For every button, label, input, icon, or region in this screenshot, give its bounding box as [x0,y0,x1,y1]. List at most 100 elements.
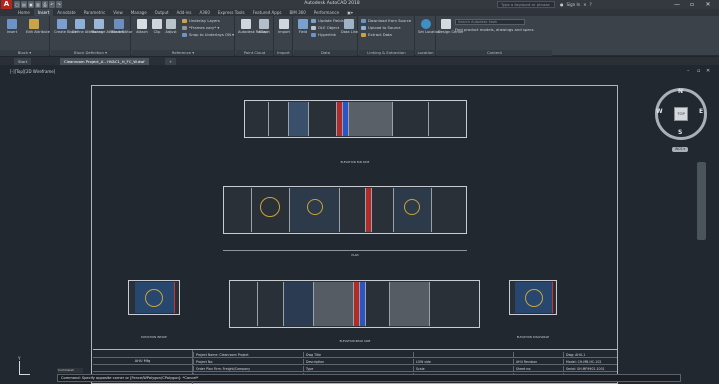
frames-vary-dropdown[interactable]: *Frames vary* ▾ [182,25,219,30]
viewport-restore-button[interactable]: ▫ [697,68,700,74]
block-panel-label[interactable]: Block ▾ [0,50,49,56]
design-center-icon [441,19,451,29]
ribbon-tab-bim-360[interactable]: BIM 360 [285,9,309,16]
minimize-button[interactable]: — [671,0,683,9]
title-block-cell: Sheet no: [513,366,563,372]
snap-to-underlays-dropdown[interactable]: Snap to Underlays ON ▾ [182,32,234,37]
user-icon[interactable]: ● [560,2,564,7]
block-editor-icon [114,19,124,29]
ribbon-tab-add-ins[interactable]: Add-ins [173,9,196,16]
redo-icon[interactable]: ↷ [56,1,62,8]
file-tab-bar: Start Cleanroom Project_A - HVAC1_H_FC_W… [0,57,719,65]
seek-search-input[interactable]: Search Autodesk Seek [455,19,525,25]
autodesk-recap-button[interactable]: Autodesk ReCap [238,19,267,34]
new-tab-button[interactable]: + [165,58,177,65]
new-icon[interactable]: ▢ [14,1,20,8]
fan-symbol [307,199,323,215]
command-line-input[interactable]: Command: Specify opposite corner or [Fen… [57,374,681,382]
recap-icon [241,19,251,29]
viewport-minimize-button[interactable]: – [687,68,690,74]
edit-attribute-button[interactable]: Edit Attribute [26,19,50,34]
caption-plan-view: PLAN [351,254,359,257]
adjust-button[interactable]: Adjust [163,19,179,34]
fan-symbol [260,197,280,217]
ribbon-tab-express-tools[interactable]: Express Tools [214,9,249,16]
block-editor-button[interactable]: Block Editor [111,19,133,34]
hyperlink-button[interactable]: Hyperlink [311,32,336,37]
ribbon-tab-view[interactable]: View [109,9,127,16]
set-location-button[interactable]: Set Location [418,19,440,34]
ribbon-tab-parametric[interactable]: Parametric [80,9,110,16]
import-panel-label: Import [275,50,292,56]
block-definition-panel-label[interactable]: Block Definition ▾ [51,50,130,56]
manage-attributes-button[interactable]: Manage Attributes [91,19,124,34]
ribbon-tab-output[interactable]: Output [151,9,173,16]
help-icon[interactable]: ? [590,2,592,7]
viewcube[interactable]: N S E W TOP [655,88,707,140]
clip-icon [152,19,162,29]
globe-icon [421,19,431,29]
ribbon-tab-home[interactable]: Home [14,9,34,16]
reference-panel-label[interactable]: Reference ▾ [132,50,234,56]
ribbon-tab-performance[interactable]: Performance [310,9,343,16]
design-center-button[interactable]: Design Center [438,19,464,34]
underlay-layers-button[interactable]: Underlay Layers [182,18,220,23]
start-tab[interactable]: Start [14,58,32,65]
viewport-controls-label[interactable]: [-][Top][2D Wireframe] [10,69,55,74]
ribbon-tab-featured-apps[interactable]: Featured Apps [249,9,286,16]
import-button[interactable]: Import [276,19,292,34]
point-cloud-attach-button[interactable]: Attach [256,19,272,34]
drawing-tab[interactable]: Cleanroom Project_A - HVAC1_H_FC_W.dwf [60,58,149,65]
title-block-cell: Order Plan Firm: Freight/Company [193,366,303,372]
ribbon-tab-insert[interactable]: Insert [33,9,54,16]
viewcube-south[interactable]: S [678,129,682,136]
title-block-cell: Type [303,366,413,372]
insert-button[interactable]: Insert [4,19,20,34]
point-cloud-panel-label[interactable]: Point Cloud [236,50,273,56]
application-menu-button[interactable]: A [1,0,12,9]
title-block-cell: LOW side [413,359,513,365]
viewcube-north[interactable]: N [678,88,683,95]
unit-section [284,282,314,326]
viewcube-east[interactable]: E [699,108,703,115]
unit-section [269,102,289,136]
ahu-elevation-intake [128,280,180,315]
save-icon[interactable]: ▣ [28,1,34,8]
undo-icon[interactable]: ↶ [49,1,55,8]
manage-attributes-icon [94,19,104,29]
title-block-row: Project No: Description LOW side AHU Revisi… [93,359,617,365]
navigation-bar[interactable] [697,162,706,240]
attach-button[interactable]: Attach [134,19,150,34]
define-attributes-button[interactable]: Define Attributes [72,19,103,34]
ribbon-tab-a360[interactable]: A360 [196,9,214,16]
print-icon[interactable]: ⎙ [42,1,48,8]
close-button[interactable]: ✕ [702,0,714,9]
data-link-button[interactable]: Data Link [341,19,358,34]
filter-section [390,282,430,326]
title-block-cell: Dwg: AHU-1 [563,352,617,358]
upload-to-source-button[interactable]: Upload to Source [361,25,401,30]
fan-symbol [525,289,543,307]
viewcube-top-face[interactable]: TOP [674,107,688,121]
ribbon-tab-manage[interactable]: Manage [127,9,151,16]
open-icon[interactable]: ▤ [21,1,27,8]
caption-front-view: ELEVATION REAR SIDE [339,340,371,343]
maximize-button[interactable]: ▫ [686,0,698,9]
update-fields-button[interactable]: Update Fields [311,18,344,23]
saveas-icon[interactable]: ▥ [35,1,41,8]
download-from-source-button[interactable]: Download from Source [361,18,411,23]
viewcube-west[interactable]: W [656,108,663,115]
extract-data-button[interactable]: Extract Data [361,32,392,37]
import-panel: Import Import [275,16,293,56]
viewport-close-button[interactable]: ✕ [706,68,710,74]
wcs-menu[interactable]: WCS ▾ [672,147,688,152]
create-block-button[interactable]: Create Block [54,19,77,34]
ribbon-tab-annotate[interactable]: Annotate [53,9,79,16]
field-button[interactable]: Field [295,19,311,34]
help-search-input[interactable]: Type a keyword or phrase [497,1,555,8]
title-block-cell: Serial: SH-MF9902-1001 [563,366,617,372]
ole-object-button[interactable]: OLE Object [311,25,339,30]
sign-in-button[interactable]: Sign In [567,2,581,7]
ribbon-tab-[interactable]: ▣▾ [343,9,357,16]
exchange-icon[interactable]: ✕ [583,2,586,7]
